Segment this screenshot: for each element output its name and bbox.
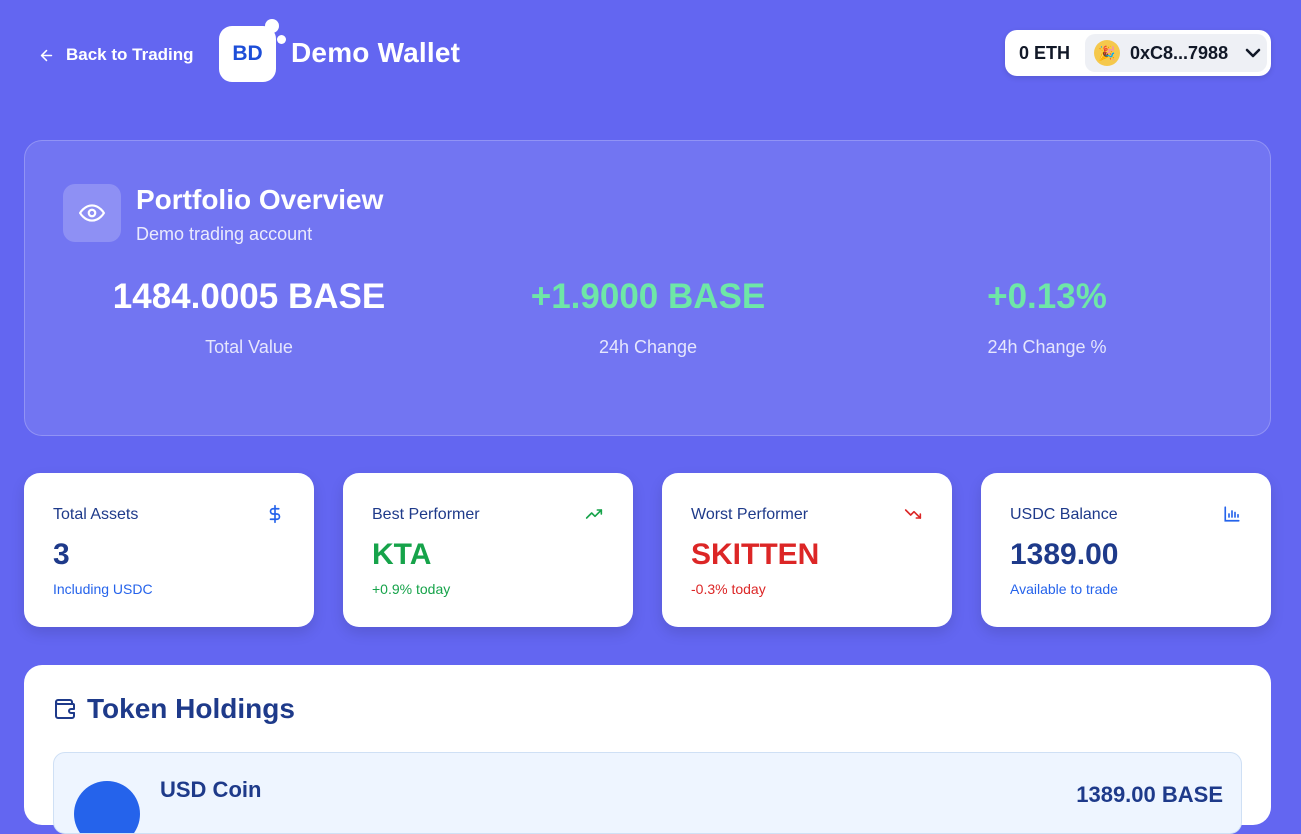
- chevron-down-icon: [1245, 48, 1261, 58]
- total-value-label: Total Value: [205, 337, 293, 357]
- metric-value: 3: [53, 538, 70, 571]
- change-24h-pct-stat: +0.13% 24h Change %: [847, 277, 1247, 358]
- token-name: USD Coin: [160, 777, 262, 802]
- metric-title: Worst Performer: [691, 506, 809, 523]
- change-24h-pct-value: +0.13%: [987, 277, 1107, 316]
- worst-performer-card: Worst Performer SKITTEN -0.3% today: [662, 473, 952, 627]
- change-24h-pct-label: 24h Change %: [987, 337, 1107, 357]
- back-link-label: Back to Trading: [66, 45, 194, 64]
- metric-value: SKITTEN: [691, 538, 820, 571]
- logo-decoration: [265, 19, 279, 33]
- app-logo: BD: [219, 26, 276, 82]
- total-value-stat: 1484.0005 BASE Total Value: [49, 277, 449, 358]
- avatar: 🎉: [1094, 40, 1120, 66]
- table-row[interactable]: USD Coin 1389.00 BASE: [53, 752, 1242, 834]
- wallet-connect-pill: 0 ETH 🎉 0xC8...7988: [1005, 30, 1271, 76]
- portfolio-overview-card: Portfolio Overview Demo trading account …: [24, 140, 1271, 436]
- token-holdings-panel: Token Holdings USD Coin 1389.00 BASE: [24, 665, 1271, 834]
- eth-balance[interactable]: 0 ETH: [1019, 43, 1070, 64]
- metric-title: USDC Balance: [1010, 506, 1118, 523]
- account-button[interactable]: 🎉 0xC8...7988: [1085, 34, 1267, 72]
- metric-title: Best Performer: [372, 506, 480, 523]
- trending-up-icon: [583, 503, 605, 525]
- metric-subtext: Available to trade: [1010, 581, 1118, 597]
- logo-decoration: [277, 35, 286, 44]
- bar-chart-icon: [1221, 503, 1243, 525]
- arrow-left-icon: [40, 49, 53, 61]
- trending-down-icon: [902, 503, 924, 525]
- usdc-token-icon: [74, 781, 140, 833]
- overview-title: Portfolio Overview: [136, 184, 384, 215]
- wallet-icon: [55, 699, 75, 719]
- metric-value: 1389.00: [1010, 538, 1119, 571]
- usdc-balance-card: USDC Balance 1389.00 Available to trade: [981, 473, 1271, 627]
- eye-icon-box[interactable]: [63, 184, 121, 242]
- back-to-trading-link[interactable]: Back to Trading: [38, 42, 194, 68]
- overview-subtitle: Demo trading account: [136, 224, 313, 244]
- metric-subtext: Including USDC: [53, 581, 153, 597]
- total-value: 1484.0005 BASE: [112, 277, 386, 316]
- change-24h-stat: +1.9000 BASE 24h Change: [448, 277, 848, 358]
- eye-icon: [79, 204, 105, 222]
- metric-title: Total Assets: [53, 506, 139, 523]
- metric-value: KTA: [372, 538, 432, 571]
- token-amount: 1389.00 BASE: [1076, 782, 1223, 807]
- wallet-address: 0xC8...7988: [1130, 43, 1229, 63]
- best-performer-card: Best Performer KTA +0.9% today: [343, 473, 633, 627]
- metric-subtext: +0.9% today: [372, 581, 451, 597]
- holdings-title: Token Holdings: [87, 693, 295, 724]
- dollar-icon: [264, 503, 286, 525]
- metric-subtext: -0.3% today: [691, 581, 766, 597]
- change-24h-value: +1.9000 BASE: [530, 277, 766, 316]
- app-title: Demo Wallet: [291, 37, 461, 68]
- change-24h-label: 24h Change: [598, 337, 698, 357]
- total-assets-card: Total Assets 3 Including USDC: [24, 473, 314, 627]
